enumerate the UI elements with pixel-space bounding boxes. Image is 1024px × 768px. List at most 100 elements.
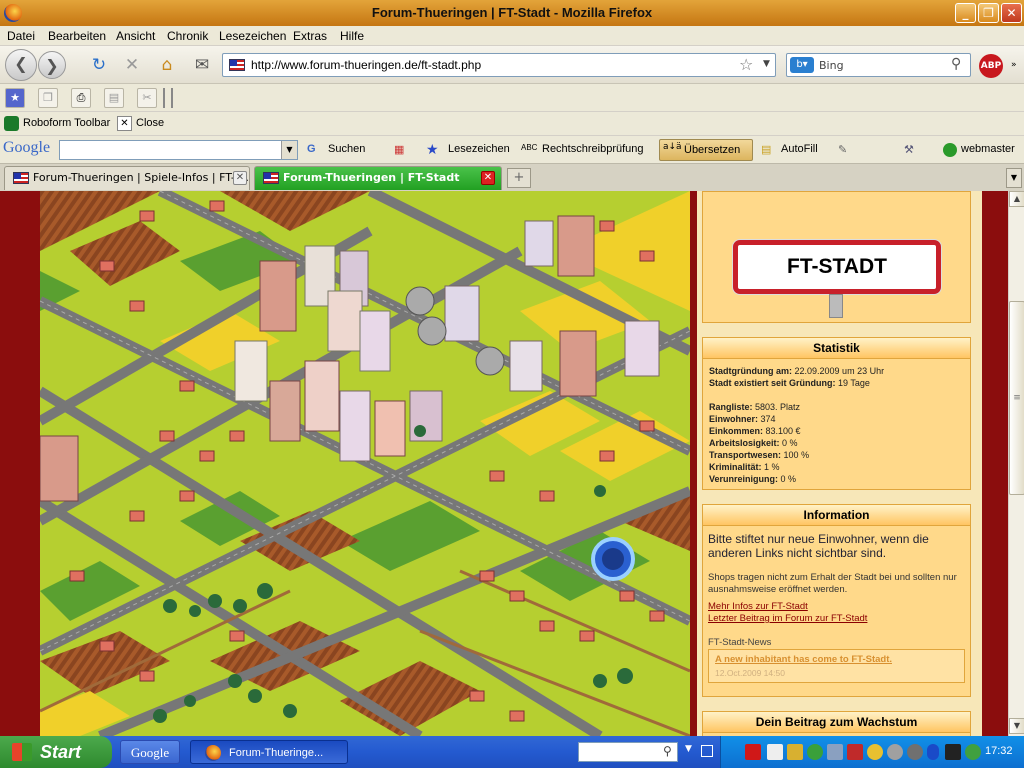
information-title: Information <box>703 505 970 526</box>
news-title[interactable]: A new inhabitant has come to FT-Stadt. <box>715 654 892 665</box>
maximize-button[interactable]: ❐ <box>978 3 999 23</box>
scroll-thumb[interactable]: ≡ <box>1009 301 1024 495</box>
translate-button[interactable]: a↓ä Übersetzen <box>659 139 753 161</box>
tab-ft-stadt[interactable]: Forum-Thueringen | FT-Stadt ✕ <box>254 166 502 190</box>
forum-post-link[interactable]: Letzter Beitrag im Forum zur FT-Stadt <box>708 613 867 624</box>
stat-inhabitants: Einwohner: 374 <box>709 414 776 424</box>
google-taskbar-button[interactable]: Google <box>120 740 180 764</box>
tray-icon-11[interactable] <box>945 744 961 760</box>
tray-icon-8[interactable] <box>887 744 903 760</box>
menu-lesezeichen[interactable]: Lesezeichen <box>219 29 286 43</box>
stat-founded: Stadtgründung am: 22.09.2009 um 23 Uhr <box>709 366 885 376</box>
autofill-button[interactable]: AutoFill <box>781 143 818 155</box>
city-map[interactable] <box>40 191 690 736</box>
menu-bearbeiten[interactable]: Bearbeiten <box>48 29 106 43</box>
spellcheck-button[interactable]: Rechtschreibprüfung <box>542 143 644 155</box>
tray-icon-9[interactable] <box>907 744 923 760</box>
overflow-icon[interactable]: » <box>1011 60 1017 70</box>
user-account-button[interactable]: webmaster <box>961 143 1015 155</box>
show-desktop-icon[interactable] <box>701 745 713 757</box>
tray-icon-3[interactable] <box>787 744 803 760</box>
google-toolbar-logo[interactable]: Google <box>3 139 50 157</box>
firefox-taskbar-button[interactable]: Forum-Thueringe... <box>190 740 348 764</box>
cut-icon[interactable]: ✂ <box>137 88 157 108</box>
news-icon[interactable]: ▦ <box>394 143 404 156</box>
ft-stadt-sign: FT-STADT <box>733 240 941 294</box>
stat-crime: Kriminalität: 1 % <box>709 462 780 472</box>
spellcheck-icon: ABC <box>521 143 538 152</box>
highlighter-icon[interactable]: ✎ <box>838 143 847 156</box>
desktop-search-dropdown-icon[interactable]: ▼ <box>685 744 692 754</box>
roboform-close-label[interactable]: Close <box>136 117 164 129</box>
page-content: FT-STADT Statistik Stadtgründung am: 22.… <box>0 191 1008 736</box>
bing-icon[interactable]: b▾ <box>790 57 814 73</box>
tab-label: Forum-Thueringen | FT-Stadt <box>283 171 460 184</box>
tray-icon-6[interactable] <box>847 744 863 760</box>
desktop-search-input[interactable]: ⚲ <box>578 742 678 762</box>
tray-icon-4[interactable] <box>807 744 823 760</box>
search-bar[interactable]: b▾ Bing ⚲ <box>786 53 971 77</box>
network-tray-icon[interactable] <box>827 744 843 760</box>
star-icon[interactable]: ☆ <box>739 55 753 74</box>
google-bookmarks-button[interactable]: Lesezeichen <box>448 143 510 155</box>
sidebar: FT-STADT Statistik Stadtgründung am: 22.… <box>697 191 982 736</box>
information-headline: Bitte stiftet nur neue Einwohner, wenn d… <box>708 532 929 560</box>
tab-close-icon[interactable]: ✕ <box>481 171 495 185</box>
bookmark-star-icon[interactable]: ★ <box>426 141 439 158</box>
search-icon[interactable]: ⚲ <box>663 744 672 758</box>
google-search-input[interactable]: ▼ <box>59 140 298 160</box>
beitrag-panel: Dein Beitrag zum Wachstum <box>702 711 971 736</box>
print-icon[interactable]: ⎙ <box>71 88 91 108</box>
adblock-icon[interactable]: ABP <box>979 54 1003 78</box>
tab-close-icon[interactable]: ✕ <box>233 171 247 185</box>
search-icon[interactable]: ⚲ <box>951 56 961 72</box>
menu-hilfe[interactable]: Hilfe <box>340 29 364 43</box>
minimize-button[interactable]: _ <box>955 3 976 23</box>
menu-chronik[interactable]: Chronik <box>167 29 208 43</box>
menu-datei[interactable]: Datei <box>7 29 35 43</box>
beitrag-title: Dein Beitrag zum Wachstum <box>703 712 970 733</box>
tab-list-icon[interactable]: ▼ <box>1006 168 1022 188</box>
menu-ansicht[interactable]: Ansicht <box>116 29 155 43</box>
url-bar[interactable]: http://www.forum-thueringen.de/ft-stadt.… <box>222 53 776 77</box>
google-g-icon: G <box>307 143 316 155</box>
back-icon[interactable]: ❮ <box>5 49 37 81</box>
tray-icon-7[interactable] <box>867 744 883 760</box>
information-panel: Information Bitte stiftet nur neue Einwo… <box>702 504 971 697</box>
news-date: 12.Oct.2009 14:50 <box>715 668 785 678</box>
tray-icon-2[interactable] <box>767 744 783 760</box>
url-dropdown-icon[interactable]: ▼ <box>763 59 770 69</box>
sign-post <box>829 294 843 318</box>
paste-icon[interactable]: ▤ <box>104 88 124 108</box>
home-icon[interactable]: ⌂ <box>156 54 178 76</box>
mail-icon[interactable]: ✉ <box>191 54 213 76</box>
antivirus-tray-icon[interactable] <box>745 744 761 760</box>
start-label: Start <box>40 742 82 762</box>
firefox-icon <box>4 4 22 22</box>
settings-wrench-icon[interactable]: ⚒ <box>904 143 914 156</box>
roboform-close-icon[interactable]: ✕ <box>117 116 132 131</box>
google-search-button[interactable]: Suchen <box>328 143 365 155</box>
chevron-down-icon[interactable]: ▼ <box>281 141 297 159</box>
close-window-button[interactable]: ✕ <box>1001 3 1022 23</box>
menu-extras[interactable]: Extras <box>293 29 327 43</box>
information-note: Shops tragen nicht zum Erhalt der Stadt … <box>708 572 957 595</box>
scroll-down-icon[interactable]: ▼ <box>1009 718 1024 734</box>
firefox-task-icon <box>205 745 221 761</box>
tab-spiele-infos[interactable]: Forum-Thueringen | Spiele-Infos | FT-S..… <box>4 166 250 190</box>
roboform-label[interactable]: Roboform Toolbar <box>23 117 110 129</box>
page-scrollbar[interactable]: ▲ ≡ ▼ <box>1008 191 1024 736</box>
forward-icon[interactable]: ❯ <box>38 51 66 79</box>
scroll-up-icon[interactable]: ▲ <box>1009 191 1024 207</box>
news-label: FT-Stadt-News <box>708 637 772 648</box>
bookmark-manager-icon[interactable]: ★ <box>5 88 25 108</box>
stop-icon[interactable]: ✕ <box>121 54 143 76</box>
system-tray: 17:32 <box>720 736 1024 768</box>
stat-income: Einkommen: 83.100 € <box>709 426 801 436</box>
reload-icon[interactable]: ↻ <box>88 54 110 76</box>
copy-icon[interactable]: ❐ <box>38 88 58 108</box>
new-tab-button[interactable]: + <box>507 168 531 188</box>
tray-icon-12[interactable] <box>965 744 981 760</box>
more-info-link[interactable]: Mehr Infos zur FT-Stadt <box>708 601 808 612</box>
bluetooth-tray-icon[interactable] <box>927 744 939 760</box>
